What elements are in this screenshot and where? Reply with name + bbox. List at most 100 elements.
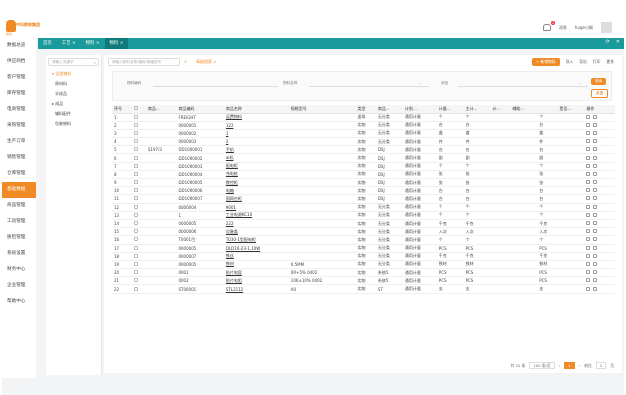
table-row[interactable]: 5 S197/3 DD1000001 手机 实物 DSJ 通用计量台台台 bbox=[112, 145, 615, 155]
table-cell[interactable]: 设备盖 bbox=[223, 227, 289, 237]
messages-label[interactable]: 消息 bbox=[559, 25, 567, 31]
row-checkbox[interactable] bbox=[134, 139, 139, 144]
sidebar-item[interactable]: 质检管理 bbox=[2, 230, 36, 246]
edit-icon[interactable] bbox=[586, 245, 591, 250]
row-checkbox[interactable] bbox=[134, 229, 139, 234]
table-row[interactable]: 8 DD1000004 充电桩 实物 DSJ 通用计量张张张 bbox=[112, 170, 615, 180]
column-header[interactable] bbox=[348, 105, 356, 114]
column-header[interactable] bbox=[537, 105, 558, 114]
column-header[interactable]: 计量... bbox=[436, 105, 464, 114]
delete-icon[interactable] bbox=[593, 204, 598, 209]
edit-icon[interactable] bbox=[586, 188, 591, 193]
delete-icon[interactable] bbox=[593, 270, 598, 275]
logo-icon[interactable] bbox=[6, 20, 16, 32]
delete-icon[interactable] bbox=[593, 130, 598, 135]
table-cell[interactable]: T030-1型配电柜 bbox=[223, 235, 289, 245]
sidebar-item[interactable]: 仓库管理 bbox=[2, 166, 36, 182]
row-checkbox[interactable] bbox=[134, 147, 139, 152]
row-checkbox[interactable] bbox=[134, 130, 139, 135]
add-button[interactable]: + 新增物料 bbox=[532, 58, 560, 66]
edit-icon[interactable] bbox=[586, 253, 591, 258]
row-checkbox[interactable] bbox=[134, 204, 139, 209]
search-icon[interactable]: ⌕ bbox=[184, 59, 187, 65]
column-header[interactable]: 是否... bbox=[557, 105, 585, 114]
column-header[interactable]: 商品... bbox=[375, 105, 403, 114]
delete-icon[interactable] bbox=[593, 286, 598, 291]
edit-icon[interactable] bbox=[586, 155, 591, 160]
tab[interactable]: 首页 bbox=[38, 38, 57, 49]
import-button[interactable]: 导入 bbox=[566, 59, 574, 65]
table-cell[interactable]: 222 bbox=[223, 219, 289, 229]
column-header[interactable] bbox=[132, 105, 146, 114]
tree-node[interactable]: ▸ 成品 bbox=[46, 99, 101, 109]
edit-icon[interactable] bbox=[586, 180, 591, 185]
table-row[interactable]: 21 0002 贴片电阻 10K±10% 0402 实物 系统5 通用计量 PCS PCS PCS bbox=[112, 276, 615, 286]
tree-node[interactable]: 原材料 bbox=[46, 79, 101, 89]
table-cell[interactable]: 铁丝 bbox=[223, 252, 289, 261]
table-cell[interactable]: 充电桩 bbox=[223, 170, 289, 180]
reset-button[interactable]: 重置 bbox=[591, 89, 609, 98]
sidebar-item[interactable]: 财务中心 bbox=[2, 262, 36, 278]
sidebar-item[interactable]: 数据总览 bbox=[2, 38, 36, 54]
row-checkbox[interactable] bbox=[134, 261, 139, 266]
user-name[interactable]: huge小枫 bbox=[575, 25, 593, 31]
print-button[interactable]: 打印 bbox=[593, 59, 601, 65]
sidebar-item[interactable]: 供应商档 bbox=[2, 54, 36, 70]
table-row[interactable]: 6 DD1000002 ai机 实物 DSJ 通用计量副副副 bbox=[112, 153, 615, 163]
table-row[interactable]: 15 0000006 设备盖 实物 无分类 通用计量 入次 入次 入次 bbox=[112, 227, 615, 237]
tree-node[interactable]: 半成品 bbox=[46, 89, 101, 99]
table-row[interactable]: 4 0000003 2 实物 无分类 通用计量件件件 bbox=[112, 137, 615, 147]
row-checkbox[interactable] bbox=[134, 188, 139, 193]
table-row[interactable]: 22 ST00001 STL2112 A0 实物 ST 通用计量支支支 bbox=[112, 284, 615, 294]
table-cell[interactable]: 手机 bbox=[223, 145, 289, 155]
delete-icon[interactable] bbox=[593, 221, 598, 226]
tab[interactable]: 物料 × bbox=[104, 38, 129, 49]
row-checkbox[interactable] bbox=[134, 114, 139, 119]
sidebar-item[interactable]: 系统设置 bbox=[2, 246, 36, 262]
row-checkbox[interactable] bbox=[134, 237, 139, 242]
table-cell[interactable]: ai机 bbox=[223, 153, 289, 163]
sidebar-item[interactable]: 客户管理 bbox=[2, 70, 36, 86]
table-row[interactable]: 13 1 工业电源KC10 实物 无分类 通用计量个个个 bbox=[112, 211, 615, 220]
table-row[interactable]: 14 0000005 222 实物 无分类 通用计量 千克 千克 千克 bbox=[112, 219, 615, 229]
column-header[interactable]: 序号 bbox=[112, 105, 133, 114]
column-header[interactable]: 规格型号 bbox=[288, 105, 349, 114]
edit-icon[interactable] bbox=[586, 212, 591, 217]
table-cell[interactable]: 国网台柜 bbox=[223, 194, 289, 204]
sidebar-item[interactable]: 企业管理 bbox=[2, 278, 36, 294]
row-checkbox[interactable] bbox=[134, 270, 139, 275]
edit-icon[interactable] bbox=[586, 122, 591, 127]
export-button[interactable]: 导出 bbox=[579, 59, 587, 65]
current-page[interactable]: 1 bbox=[564, 362, 575, 369]
edit-icon[interactable] bbox=[586, 261, 591, 266]
prev-page-button[interactable]: ‹ bbox=[559, 363, 561, 368]
column-header[interactable]: 商品名称 bbox=[223, 105, 289, 114]
more-button[interactable]: 更多 bbox=[606, 59, 614, 65]
delete-icon[interactable] bbox=[593, 245, 598, 250]
column-header[interactable]: 计... bbox=[490, 105, 511, 114]
delete-icon[interactable] bbox=[593, 139, 598, 144]
bell-icon[interactable]: 2 bbox=[542, 21, 555, 31]
edit-icon[interactable] bbox=[586, 114, 591, 119]
row-checkbox[interactable] bbox=[134, 286, 139, 291]
sidebar-item[interactable]: 电商管理 bbox=[2, 102, 36, 118]
column-header[interactable]: 商品编码 bbox=[176, 105, 224, 114]
row-checkbox[interactable] bbox=[134, 212, 139, 217]
edit-icon[interactable] bbox=[586, 130, 591, 135]
table-row[interactable]: 18 0000007 铁丝 实物 无分类 通用计量 千克 千克 千克 bbox=[112, 252, 615, 261]
table-cell[interactable]: 1 bbox=[223, 129, 289, 139]
select-all-checkbox[interactable] bbox=[134, 106, 139, 111]
advanced-search-link[interactable]: 高级搜索 ∧ bbox=[196, 59, 216, 65]
row-checkbox[interactable] bbox=[134, 155, 139, 160]
delete-icon[interactable] bbox=[593, 188, 598, 193]
table-cell[interactable]: 运费物料 bbox=[223, 113, 289, 122]
tree-node[interactable]: 包装物料 bbox=[46, 119, 101, 129]
sidebar-item[interactable]: 基础数据 bbox=[2, 182, 36, 198]
table-row[interactable]: 1 FREIGHT 运费物料 虚拟 无分类 通用计量个个个 bbox=[112, 113, 615, 122]
row-checkbox[interactable] bbox=[134, 180, 139, 185]
delete-icon[interactable] bbox=[593, 163, 598, 168]
chevron-down-icon[interactable]: ⌄ bbox=[418, 81, 421, 85]
edit-icon[interactable] bbox=[586, 139, 591, 144]
table-row[interactable]: 9 DD1000005 数控柜 实物 DSJ 通用计量张张张 bbox=[112, 178, 615, 188]
table-cell[interactable]: 铁材 bbox=[223, 260, 289, 270]
